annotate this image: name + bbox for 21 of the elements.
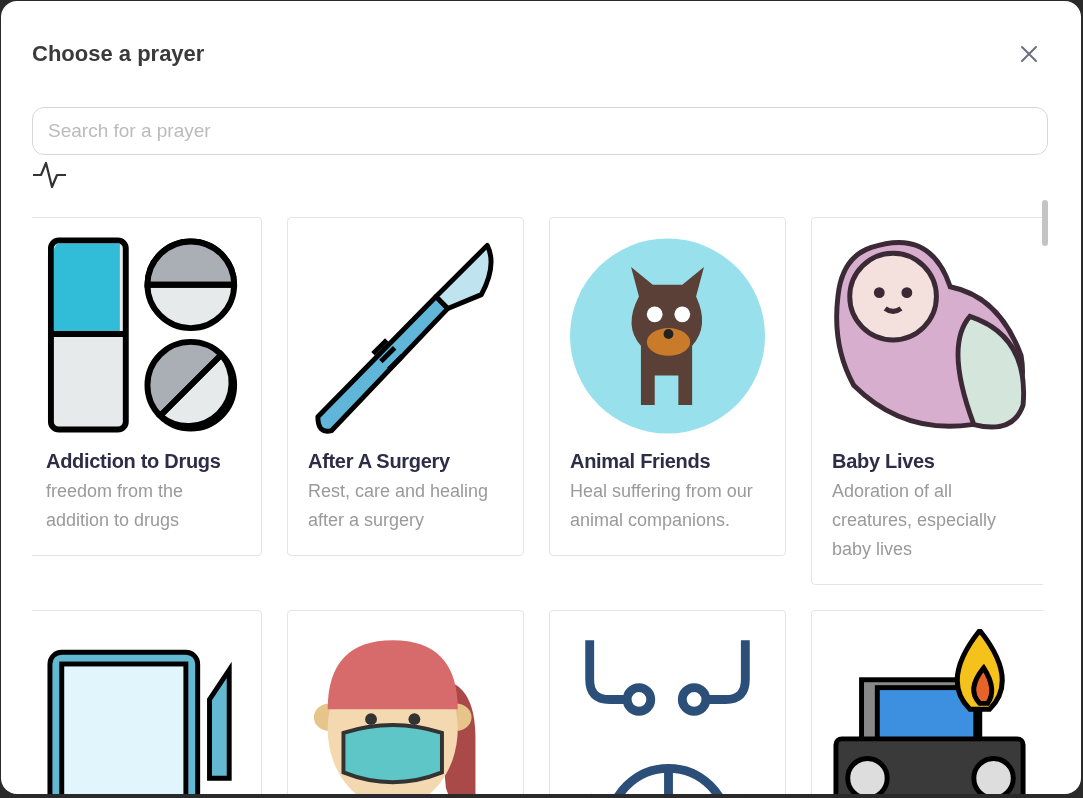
scrollbar-thumb[interactable]	[1042, 200, 1048, 246]
prayer-title: Animal Friends	[570, 450, 712, 473]
prayer-card[interactable]: After A Surgery Rest, care and healing after a surgery	[287, 217, 524, 556]
prayer-card[interactable]	[549, 610, 786, 794]
prayer-description: Heal suffering from our animal companions.	[570, 480, 754, 532]
prayer-title: After A Surgery	[308, 450, 451, 473]
prayer-card[interactable]: Baby Lives Adoration of all creatures, especially baby lives	[811, 217, 1043, 585]
prayer-description: freedom from the addition to drugs	[46, 480, 185, 532]
prayer-card[interactable]	[287, 610, 524, 794]
prayer-card[interactable]	[32, 610, 262, 794]
search-field[interactable]: Search for a prayer	[32, 107, 1048, 155]
prayer-description: Adoration of all creatures, especially baby lives	[832, 480, 998, 561]
prayer-card[interactable]	[811, 610, 1043, 794]
prayer-title: Baby Lives	[832, 450, 936, 473]
prayer-title: Addiction to Drugs	[46, 450, 222, 473]
prayer-card[interactable]: Addiction to Drugs freedom from the addition to drugs	[32, 217, 262, 556]
prayer-description: Rest, care and healing after a surgery	[308, 480, 490, 532]
pulse-icon	[32, 159, 68, 191]
dialog-title: Choose a prayer	[32, 41, 205, 67]
prayer-card[interactable]: Animal Friends Heal suffering from our animal companions.	[549, 217, 786, 556]
close-icon	[1019, 44, 1039, 64]
